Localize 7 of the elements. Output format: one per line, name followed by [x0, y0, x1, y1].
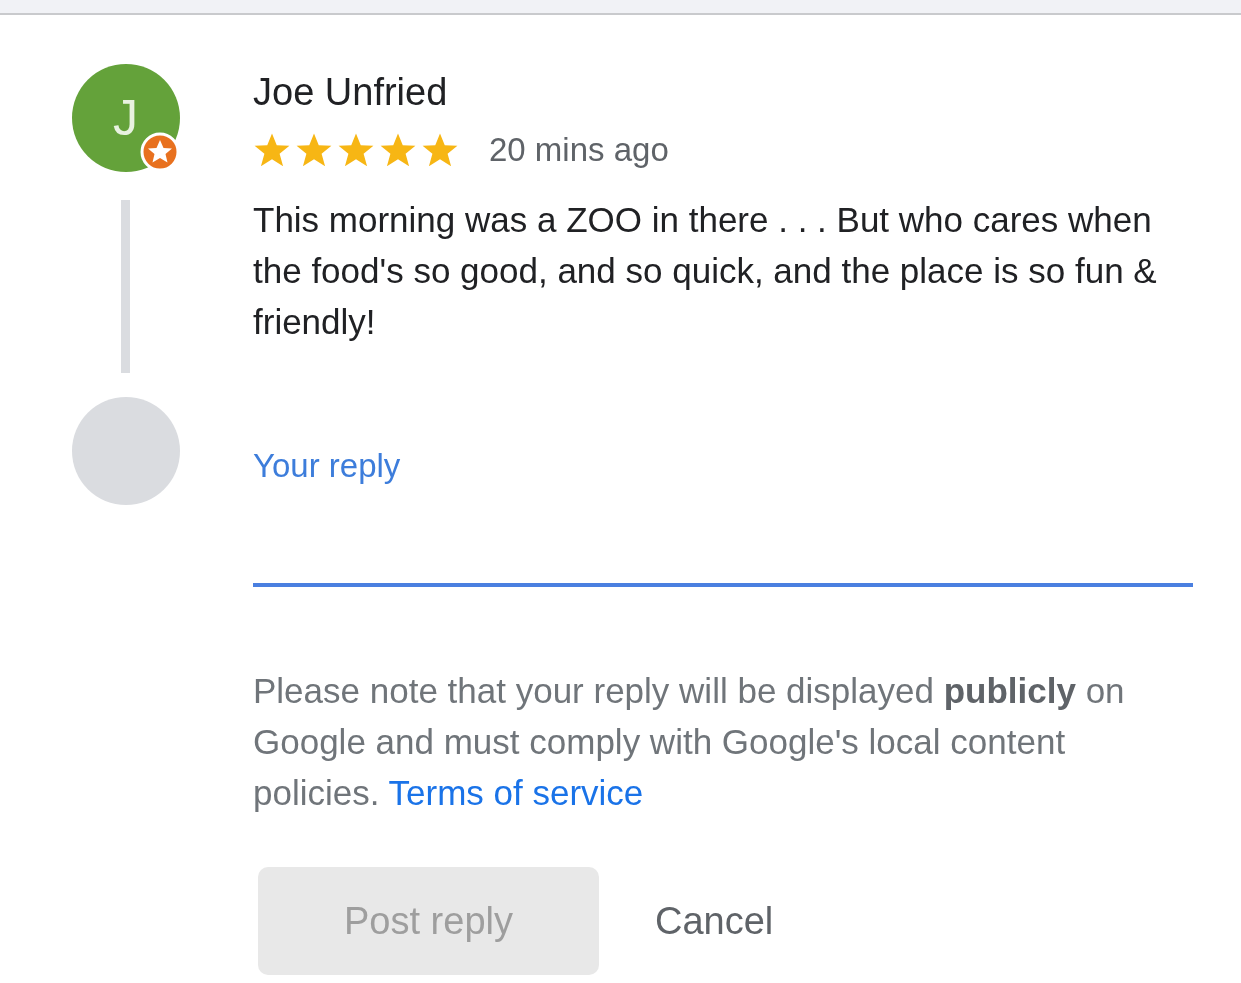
- cancel-button[interactable]: Cancel: [599, 867, 774, 975]
- avatar-initial: J: [113, 88, 138, 148]
- terms-link[interactable]: Terms of service: [388, 773, 644, 812]
- review-text: This morning was a ZOO in there . . . But who cares when the food's so good, and so quick, and the place is so fun & friendly!: [253, 198, 1158, 343]
- review-time: 20 mins ago: [489, 130, 669, 170]
- author-name: Joe Unfried: [253, 73, 449, 111]
- notice-text: Please note that your reply will be displayed publicly on Google and must comply with Google's local content policies. Terms of service: [253, 670, 1126, 814]
